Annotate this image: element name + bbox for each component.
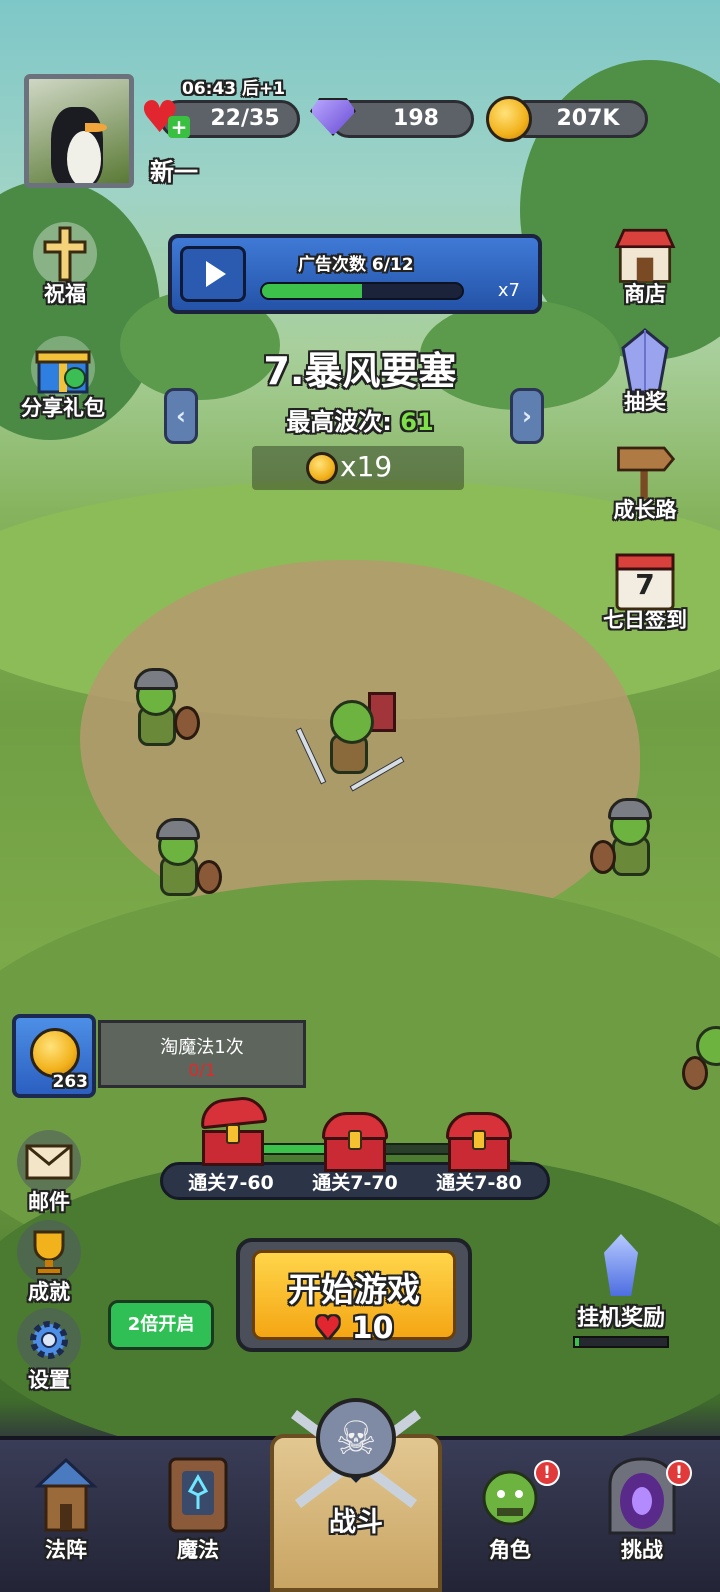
tao-magic-label: 淘魔法1次 <box>160 1037 244 1058</box>
nav-character-label: 角色 <box>489 1538 531 1562</box>
stamina-value: 22/35 <box>210 106 280 131</box>
tao-coin-box: 263 <box>12 1014 96 1098</box>
ad-progress-fill <box>262 284 362 298</box>
shop-button[interactable]: 商店 <box>590 222 700 308</box>
chest-7-70[interactable] <box>322 1112 388 1172</box>
mail-button[interactable]: 邮件 <box>0 1130 104 1216</box>
idle-reward-label: 挂机奖励 <box>576 1306 665 1331</box>
tao-magic-progress: 0/1 <box>188 1061 216 1081</box>
mail-label: 邮件 <box>28 1190 70 1214</box>
envelope-icon <box>17 1130 81 1194</box>
idle-reward-progress-fill <box>575 1338 579 1346</box>
tao-coin-count: 263 <box>52 1072 89 1092</box>
player-name: 新一 <box>150 158 198 186</box>
crystal-icon <box>613 328 677 394</box>
orc-shield-enemy <box>682 1020 720 1100</box>
start-game-cost: ♥ 10 <box>255 1311 453 1346</box>
nav-magic[interactable]: 魔法 <box>138 1454 258 1564</box>
gift-icon <box>31 336 95 400</box>
growth-path-label: 成长路 <box>613 498 677 522</box>
idle-reward-button[interactable]: 挂机奖励 <box>566 1234 676 1348</box>
nav-magic-label: 魔法 <box>177 1538 219 1562</box>
crystal-icon <box>604 1234 638 1296</box>
nav-formation-label: 法阵 <box>45 1538 87 1562</box>
achievement-button[interactable]: 成就 <box>0 1220 104 1306</box>
calendar-icon: 7 <box>613 548 677 612</box>
add-stamina-icon[interactable]: + <box>168 116 190 138</box>
prev-level-button[interactable]: ‹ <box>164 388 198 444</box>
alert-badge: ! <box>666 1460 692 1486</box>
nav-battle[interactable]: ☠ 战斗 <box>264 1386 448 1592</box>
chest-label: 通关7-60 <box>188 1172 274 1194</box>
settings-button[interactable]: 设置 <box>0 1308 104 1394</box>
shop-icon <box>613 222 677 286</box>
level-title: 7.暴风要塞 <box>263 349 457 393</box>
chest-7-80[interactable] <box>446 1112 512 1172</box>
nav-formation[interactable]: 法阵 <box>6 1454 126 1564</box>
cross-icon <box>33 222 97 286</box>
ad-count-label: 广告次数 6/12 <box>298 255 414 275</box>
gem-value: 198 <box>393 106 439 131</box>
tao-magic-panel[interactable]: 淘魔法1次 0/1 263 <box>12 1014 306 1098</box>
share-gift-label: 分享礼包 <box>21 396 105 420</box>
share-gift-button[interactable]: 分享礼包 <box>8 336 118 422</box>
gold-coin-icon <box>30 1028 80 1078</box>
start-game-label: 开始游戏 <box>288 1270 420 1309</box>
orc-shield-enemy <box>590 796 670 886</box>
gold-coin-icon <box>306 452 338 484</box>
idle-reward-progress-track <box>573 1336 669 1348</box>
orc-shield-enemy <box>128 666 208 756</box>
lottery-button[interactable]: 抽奖 <box>590 328 700 416</box>
chest-7-60[interactable] <box>198 1094 268 1166</box>
gear-icon <box>17 1308 81 1372</box>
orc-warlord-hero <box>295 686 410 796</box>
level-reward-value: x19 <box>340 450 393 483</box>
ad-multiplier: x7 <box>497 280 520 301</box>
growth-path-button[interactable]: 成长路 <box>590 438 700 524</box>
ad-progress-track <box>260 282 464 300</box>
lottery-label: 抽奖 <box>624 390 666 414</box>
heart-icon: ♥ <box>314 1311 342 1346</box>
player-avatar[interactable] <box>24 74 134 188</box>
nav-battle-label: 战斗 <box>329 1507 383 1538</box>
chest-label: 通关7-80 <box>436 1172 522 1194</box>
best-wave-value: 61 <box>400 408 434 436</box>
achievement-label: 成就 <box>28 1280 70 1304</box>
shop-label: 商店 <box>624 282 666 306</box>
best-wave-label: 最高波次: <box>286 408 392 436</box>
best-wave: 最高波次: 61 <box>200 402 520 437</box>
trophy-icon <box>17 1220 81 1284</box>
gold-coin-icon <box>486 96 532 142</box>
video-play-icon <box>180 246 246 302</box>
seven-day-signin-button[interactable]: 7 七日签到 <box>590 548 700 634</box>
start-cost-value: 10 <box>351 1311 394 1346</box>
tower-icon <box>25 1454 107 1536</box>
blessing-label: 祝福 <box>44 282 86 306</box>
ad-watch-bar[interactable]: 广告次数 6/12 x7 <box>168 234 542 314</box>
alert-badge: ! <box>534 1460 560 1486</box>
nav-challenge[interactable]: 挑战 ! <box>582 1454 702 1564</box>
blessing-button[interactable]: 祝福 <box>10 222 120 308</box>
double-speed-button[interactable]: 2倍开启 <box>108 1300 214 1350</box>
skull-icon: ☠ <box>316 1398 396 1478</box>
settings-label: 设置 <box>28 1368 70 1392</box>
gold-value: 207K <box>556 106 620 131</box>
calendar-day: 7 <box>635 568 655 601</box>
stamina-timer: 06:43 后+1 <box>182 79 286 99</box>
spellbook-icon <box>157 1454 239 1536</box>
signpost-icon <box>613 438 677 502</box>
chest-label: 通关7-70 <box>312 1172 398 1194</box>
nav-challenge-label: 挑战 <box>621 1538 663 1562</box>
start-game-button[interactable]: 开始游戏 ♥ 10 <box>236 1238 472 1352</box>
nav-character[interactable]: 角色 ! <box>450 1454 570 1564</box>
orc-shield-enemy <box>150 816 230 906</box>
